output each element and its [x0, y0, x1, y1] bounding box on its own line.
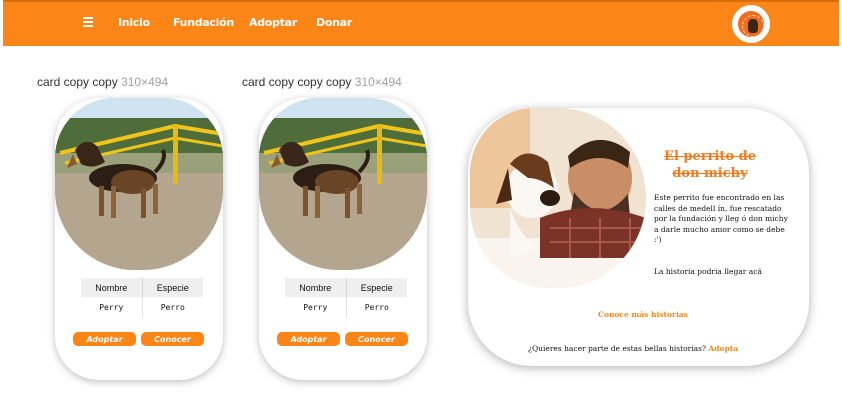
hamburger-menu-icon[interactable] — [83, 17, 93, 27]
artboard-size: 310×494 — [354, 75, 402, 89]
artboard-label: card copy copy 310×494 — [37, 75, 168, 89]
adopt-cta-text: ¿Quieres hacer parte de estas bellas his… — [528, 344, 707, 353]
nav-link-adoptar[interactable]: Adoptar — [249, 16, 297, 29]
artboard-name: card copy copy copy — [242, 75, 352, 89]
story-body: Este perrito fue encontrado en las calle… — [654, 193, 788, 244]
column-header: Especie — [141, 278, 204, 297]
nav-link-inicio[interactable]: Inicio — [118, 16, 150, 29]
table-header: Nombre Especie — [285, 278, 407, 297]
nav-link-donar[interactable]: Donar — [316, 16, 352, 29]
story-note: La historia podria llegar acá — [654, 267, 762, 276]
story-card: El perrito de don michy Este perrito fue… — [468, 108, 809, 366]
adopt-link[interactable]: Adopta — [708, 344, 738, 353]
more-stories-link[interactable]: Conoce más historias — [598, 310, 688, 319]
learn-more-button[interactable]: Conocer — [141, 332, 204, 346]
table-header: Nombre Especie — [81, 278, 203, 297]
adopt-cta: ¿Quieres hacer parte de estas bellas his… — [528, 344, 738, 353]
nav-link-fundacion[interactable]: Fundación — [173, 16, 234, 29]
table-row: Perry Perro — [285, 297, 407, 318]
artboard-label: card copy copy copy 310×494 — [242, 75, 402, 89]
artboard-name: card copy copy — [37, 75, 118, 89]
dog-photo — [259, 98, 427, 270]
pet-name: Perry — [303, 303, 328, 312]
dog-photo — [55, 98, 223, 270]
learn-more-button[interactable]: Conocer — [345, 332, 408, 346]
adopt-button[interactable]: Adoptar — [73, 332, 136, 346]
man-with-dog-photo — [470, 108, 646, 288]
pet-card: Nombre Especie Perry Perro Adoptar Conoc… — [55, 98, 223, 380]
pet-species: Perro — [345, 297, 408, 318]
top-navbar: Inicio Fundación Adoptar Donar — [3, 0, 839, 46]
pet-info-table: Nombre Especie Perry Perro — [81, 278, 203, 318]
artboard-size: 310×494 — [121, 75, 169, 89]
pet-name: Perry — [99, 303, 124, 312]
column-header: Nombre — [299, 282, 332, 293]
table-row: Perry Perro — [81, 297, 203, 318]
pet-species: Perro — [141, 297, 204, 318]
pet-info-table: Nombre Especie Perry Perro — [285, 278, 407, 318]
story-title: El perrito de don michy — [664, 149, 756, 181]
column-header: Nombre — [95, 282, 128, 293]
adopt-button[interactable]: Adoptar — [277, 332, 340, 346]
pet-card: Nombre Especie Perry Perro Adoptar Conoc… — [259, 98, 427, 380]
column-header: Especie — [345, 278, 408, 297]
foundation-logo[interactable] — [732, 5, 770, 43]
